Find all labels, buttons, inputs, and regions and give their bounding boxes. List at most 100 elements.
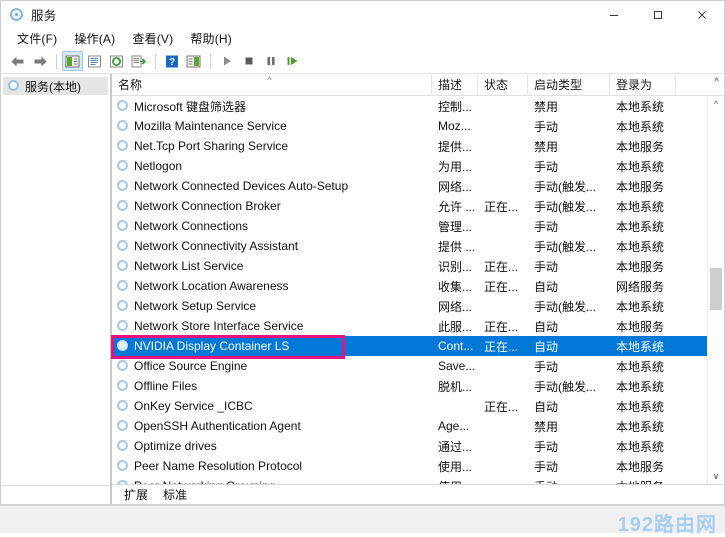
- service-gear-icon: [116, 299, 130, 313]
- cell-startup-type: 自动: [534, 279, 559, 294]
- cell-service-name: Network List Service: [112, 259, 432, 273]
- table-row[interactable]: Network Setup Service 网络... 手动(触发... 本地系统: [112, 296, 708, 316]
- service-gear-icon: [116, 139, 130, 153]
- table-row[interactable]: Network Store Interface Service 此服... 正在..…: [112, 316, 708, 336]
- table-row[interactable]: Network List Service 识别... 正在... 手动 本地服务: [112, 256, 708, 276]
- table-row[interactable]: Network Connectivity Assistant 提供 ... 手动(触…: [112, 236, 708, 256]
- service-name-label: Office Source Engine: [134, 359, 248, 373]
- column-name[interactable]: 名称 ^: [112, 74, 432, 95]
- cell-service-name: Network Connections: [112, 219, 432, 233]
- cell-description: 收集...: [438, 279, 473, 294]
- cell-startup-type: 手动(触发...: [534, 179, 596, 194]
- service-gear-icon: [116, 239, 130, 253]
- close-button[interactable]: [680, 1, 724, 28]
- table-row[interactable]: Network Location Awareness 收集... 正在... 自动 网络…: [112, 276, 708, 296]
- table-row[interactable]: Peer Name Resolution Protocol 使用... 手动 本地服务: [112, 456, 708, 476]
- menu-view[interactable]: 查看(V): [124, 29, 182, 49]
- tree-node-services-local[interactable]: 服务(本地): [3, 77, 108, 95]
- table-row[interactable]: Mozilla Maintenance Service Moz... 手动 本地系统: [112, 116, 708, 136]
- minimize-button[interactable]: [592, 1, 636, 28]
- cell-startup-type: 手动: [534, 159, 559, 174]
- table-row[interactable]: OpenSSH Authentication Agent Age... 禁用 本地系统: [112, 416, 708, 436]
- export-list-icon[interactable]: [128, 51, 149, 71]
- cell-service-name: Network Store Interface Service: [112, 319, 432, 333]
- column-startup-type-label: 启动类型: [534, 78, 583, 92]
- cell-description: 此服...: [438, 319, 473, 334]
- table-row[interactable]: Net.Tcp Port Sharing Service 提供... 禁用 本地服务: [112, 136, 708, 156]
- cell-startup-type: 自动: [534, 319, 559, 334]
- tab-standard[interactable]: 标准: [151, 487, 196, 504]
- service-name-label: Network Connected Devices Auto-Setup: [134, 179, 349, 193]
- scroll-up-button[interactable]: ^: [708, 96, 724, 112]
- service-name-label: Network Store Interface Service: [134, 319, 304, 333]
- table-row[interactable]: Netlogon 为用... 手动 本地系统: [112, 156, 708, 176]
- table-row[interactable]: Offline Files 脱机... 手动(触发... 本地系统: [112, 376, 708, 396]
- cell-service-name: Optimize drives: [112, 439, 432, 453]
- stop-service-icon[interactable]: [238, 51, 259, 71]
- table-row[interactable]: Network Connected Devices Auto-Setup 网络..…: [112, 176, 708, 196]
- cell-status: 正在...: [484, 339, 519, 354]
- cell-startup-type: 手动(触发...: [534, 299, 596, 314]
- forward-icon[interactable]: [29, 51, 50, 71]
- services-list[interactable]: Microsoft 键盘筛选器 控制... 禁用 本地系统 Mozilla Mainte…: [112, 96, 724, 484]
- toolbar: ?: [1, 49, 724, 74]
- scroll-down-button[interactable]: ∨: [708, 468, 724, 484]
- service-name-label: Peer Name Resolution Protocol: [134, 459, 303, 473]
- service-name-label: NVIDIA Display Container LS: [134, 339, 290, 353]
- service-gear-icon: [116, 119, 130, 133]
- cell-service-name: Net.Tcp Port Sharing Service: [112, 139, 432, 153]
- column-filler: ^: [676, 74, 724, 95]
- cell-startup-type: 手动(触发...: [534, 379, 596, 394]
- cell-log-on-as: 本地服务: [616, 179, 665, 194]
- column-startup-type[interactable]: 启动类型: [528, 74, 610, 95]
- maximize-button[interactable]: [636, 1, 680, 28]
- table-row[interactable]: Network Connections 管理... 手动 本地系统: [112, 216, 708, 236]
- header-chevron-up-icon[interactable]: ^: [714, 77, 719, 88]
- column-status[interactable]: 状态: [478, 74, 528, 95]
- cell-description: 使用...: [438, 459, 473, 474]
- svg-text:?: ?: [168, 57, 174, 68]
- cell-description: 网络...: [438, 299, 473, 314]
- menu-help[interactable]: 帮助(H): [182, 29, 241, 49]
- cell-status: 正在...: [484, 279, 519, 294]
- properties-icon[interactable]: [84, 51, 105, 71]
- table-row[interactable]: NVIDIA Display Container LS Cont... 正在... 自…: [112, 336, 708, 356]
- window-title: 服务: [31, 9, 57, 23]
- menu-file[interactable]: 文件(F): [9, 29, 66, 49]
- table-row[interactable]: Optimize drives 通过... 手动 本地系统: [112, 436, 708, 456]
- column-log-on-as[interactable]: 登录为: [610, 74, 676, 95]
- tab-filler: [190, 487, 724, 504]
- sort-ascending-icon: ^: [267, 75, 272, 85]
- cell-log-on-as: 本地系统: [616, 219, 665, 234]
- table-row[interactable]: Peer Networking Grouping使用...手动本地服务: [112, 476, 708, 484]
- show-hide-console-tree-icon[interactable]: [62, 51, 83, 71]
- cell-startup-type: 禁用: [534, 419, 559, 434]
- start-service-icon[interactable]: [216, 51, 237, 71]
- service-name-label: Mozilla Maintenance Service: [134, 119, 287, 133]
- vertical-scrollbar[interactable]: ^ ∨: [707, 96, 724, 484]
- services-rows: Microsoft 键盘筛选器 控制... 禁用 本地系统 Mozilla Mainte…: [112, 96, 708, 484]
- table-row[interactable]: Microsoft 键盘筛选器 控制... 禁用 本地系统: [112, 96, 708, 116]
- cell-log-on-as: 本地系统: [616, 199, 665, 214]
- back-icon[interactable]: [7, 51, 28, 71]
- tree-node-label: 服务(本地): [25, 79, 81, 94]
- refresh-icon[interactable]: [106, 51, 127, 71]
- main-content: 服务(本地) 名称 ^ 描述 状态 启动类型 登录为 ^ Microsoft 键…: [1, 74, 724, 504]
- service-name-label: Net.Tcp Port Sharing Service: [134, 139, 289, 153]
- scrollbar-thumb[interactable]: [710, 268, 722, 310]
- show-hide-action-pane-icon[interactable]: [183, 51, 204, 71]
- cell-startup-type: 手动(触发...: [534, 239, 596, 254]
- restart-service-icon[interactable]: [282, 51, 303, 71]
- menu-action[interactable]: 操作(A): [66, 29, 124, 49]
- cell-description: Age...: [438, 419, 470, 433]
- cell-log-on-as: 本地服务: [616, 139, 665, 154]
- table-row[interactable]: Office Source Engine Save... 手动 本地系统: [112, 356, 708, 376]
- table-row[interactable]: Network Connection Broker 允许 ... 正在... 手动(触…: [112, 196, 708, 216]
- column-description[interactable]: 描述: [432, 74, 478, 95]
- pause-service-icon[interactable]: [260, 51, 281, 71]
- service-name-label: Network Location Awareness: [134, 279, 289, 293]
- cell-log-on-as: 本地系统: [616, 439, 665, 454]
- cell-status: 正在...: [484, 199, 519, 214]
- help-icon[interactable]: ?: [161, 51, 182, 71]
- table-row[interactable]: OnKey Service _ICBC 正在... 自动 本地系统: [112, 396, 708, 416]
